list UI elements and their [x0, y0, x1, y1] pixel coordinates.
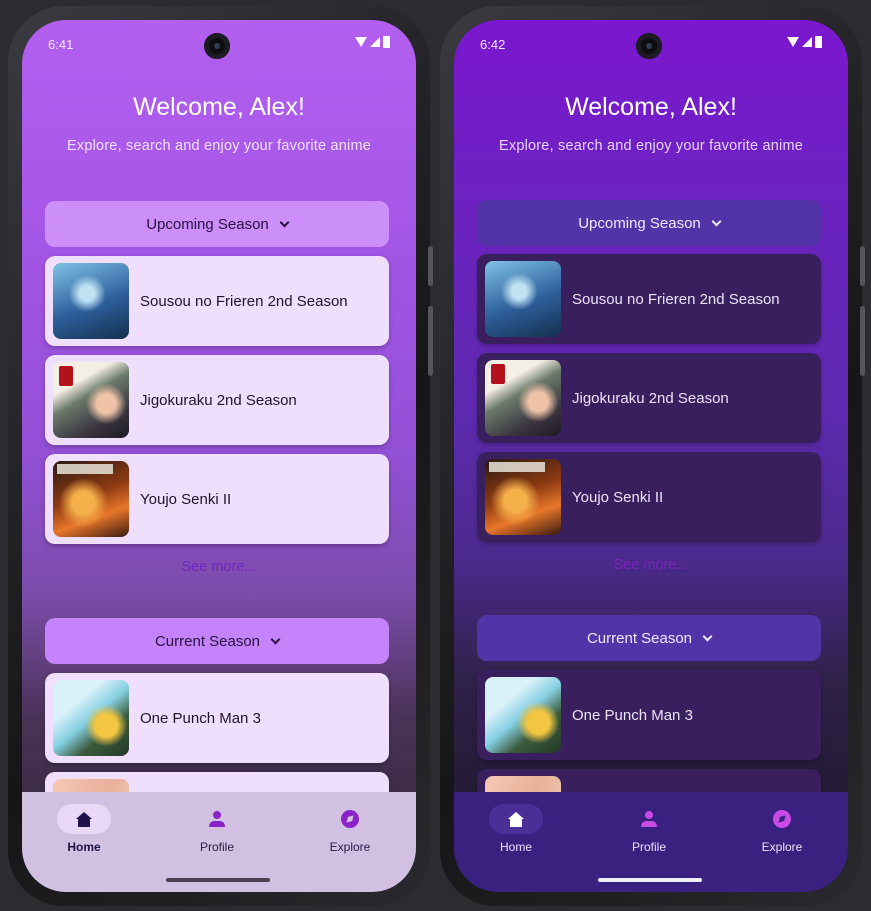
nav-profile[interactable]: Profile	[614, 804, 684, 854]
see-more-link[interactable]: See more...	[22, 559, 416, 575]
anime-card-youjo-senki[interactable]: Youjo Senki II	[45, 454, 389, 544]
system-icons	[787, 36, 822, 48]
upcoming-season-dropdown[interactable]: Upcoming Season	[45, 201, 389, 247]
anime-cover-image	[485, 459, 561, 535]
anime-title: Jigokuraku 2nd Season	[572, 389, 729, 407]
nav-profile-label: Profile	[199, 840, 234, 854]
anime-title: Sousou no Frieren 2nd Season	[572, 290, 780, 308]
nav-home-indicator	[57, 804, 111, 834]
anime-cover-image	[53, 680, 129, 756]
bottom-navigation: Home Profile Explore	[454, 792, 848, 892]
current-season-dropdown[interactable]: Current Season	[477, 615, 821, 661]
nav-explore-icon-wrap	[323, 804, 377, 834]
anime-cover-image	[485, 677, 561, 753]
upcoming-season-label: Upcoming Season	[146, 215, 269, 233]
status-bar: 6:42	[454, 20, 848, 62]
anime-title: Youjo Senki II	[140, 490, 232, 508]
anime-card-one-punch-man[interactable]: One Punch Man 3	[45, 673, 389, 763]
anime-title: Jigokuraku 2nd Season	[140, 391, 297, 409]
app-screen: 6:41 Welcome, Alex! Explore, search and …	[22, 20, 416, 892]
person-icon	[209, 811, 225, 827]
compass-icon	[773, 810, 791, 828]
anime-cover-image	[53, 263, 129, 339]
volume-button	[428, 246, 433, 286]
gesture-bar[interactable]	[166, 878, 270, 882]
app-screen: 6:42 Welcome, Alex! Explore, search and …	[454, 20, 848, 892]
system-icons	[355, 36, 390, 48]
anime-card-frieren[interactable]: Sousou no Frieren 2nd Season	[477, 254, 821, 344]
anime-cover-image	[53, 362, 129, 438]
compass-icon	[341, 810, 359, 828]
nav-profile[interactable]: Profile	[182, 804, 252, 854]
chevron-down-icon	[270, 634, 281, 644]
current-season-label: Current Season	[586, 629, 693, 647]
nav-home[interactable]: Home	[49, 804, 119, 854]
nav-home-indicator	[489, 804, 543, 834]
nav-explore[interactable]: Explore	[315, 804, 385, 854]
power-button	[860, 306, 865, 376]
current-season-dropdown[interactable]: Current Season	[45, 618, 389, 664]
cell-signal-icon	[370, 37, 380, 47]
welcome-title: Welcome, Alex!	[133, 93, 305, 121]
status-bar: 6:41	[22, 20, 416, 62]
nav-explore-label: Explore	[761, 840, 803, 854]
status-time: 6:41	[48, 37, 74, 52]
anime-title: Youjo Senki II	[572, 488, 664, 506]
chevron-down-icon	[711, 216, 722, 226]
anime-card-jigokuraku[interactable]: Jigokuraku 2nd Season	[477, 353, 821, 443]
chevron-down-icon	[702, 631, 713, 641]
anime-cover-image	[485, 261, 561, 337]
welcome-subtitle: Explore, search and enjoy your favorite …	[499, 138, 803, 154]
nav-home[interactable]: Home	[481, 804, 551, 854]
volume-button	[860, 246, 865, 286]
anime-card-one-punch-man[interactable]: One Punch Man 3	[477, 670, 821, 760]
power-button	[428, 306, 433, 376]
nav-home-label: Home	[67, 840, 101, 854]
nav-profile-icon-wrap	[190, 804, 244, 834]
front-camera-icon	[204, 33, 230, 59]
anime-title: One Punch Man 3	[572, 706, 693, 724]
current-season-label: Current Season	[154, 632, 261, 650]
nav-home-label: Home	[499, 840, 532, 854]
anime-card-youjo-senki[interactable]: Youjo Senki II	[477, 452, 821, 542]
phone-light-theme: 6:41 Welcome, Alex! Explore, search and …	[8, 6, 433, 906]
anime-card-frieren[interactable]: Sousou no Frieren 2nd Season	[45, 256, 389, 346]
anime-title: Sousou no Frieren 2nd Season	[140, 292, 348, 310]
welcome-title: Welcome, Alex!	[565, 93, 737, 121]
status-time: 6:42	[480, 37, 506, 52]
cell-signal-icon	[802, 37, 812, 47]
anime-title: One Punch Man 3	[140, 709, 261, 727]
anime-cover-image	[485, 360, 561, 436]
bottom-navigation: Home Profile Explore	[22, 792, 416, 892]
home-icon	[76, 811, 92, 827]
upcoming-season-dropdown[interactable]: Upcoming Season	[477, 200, 821, 246]
nav-explore[interactable]: Explore	[747, 804, 817, 854]
chevron-down-icon	[279, 217, 290, 227]
gesture-bar[interactable]	[598, 878, 702, 882]
upcoming-season-label: Upcoming Season	[578, 214, 701, 232]
welcome-subtitle: Explore, search and enjoy your favorite …	[67, 138, 371, 154]
anime-cover-image	[53, 461, 129, 537]
nav-profile-icon-wrap	[622, 804, 676, 834]
person-icon	[641, 811, 657, 827]
see-more-link[interactable]: See more...	[454, 557, 848, 573]
nav-explore-icon-wrap	[755, 804, 809, 834]
wifi-icon	[787, 37, 799, 47]
anime-card-jigokuraku[interactable]: Jigokuraku 2nd Season	[45, 355, 389, 445]
front-camera-icon	[636, 33, 662, 59]
home-icon	[508, 811, 524, 827]
nav-profile-label: Profile	[631, 840, 666, 854]
nav-explore-label: Explore	[329, 840, 371, 854]
battery-icon	[815, 36, 822, 48]
phone-dark-theme: 6:42 Welcome, Alex! Explore, search and …	[440, 6, 865, 906]
wifi-icon	[355, 37, 367, 47]
battery-icon	[383, 36, 390, 48]
